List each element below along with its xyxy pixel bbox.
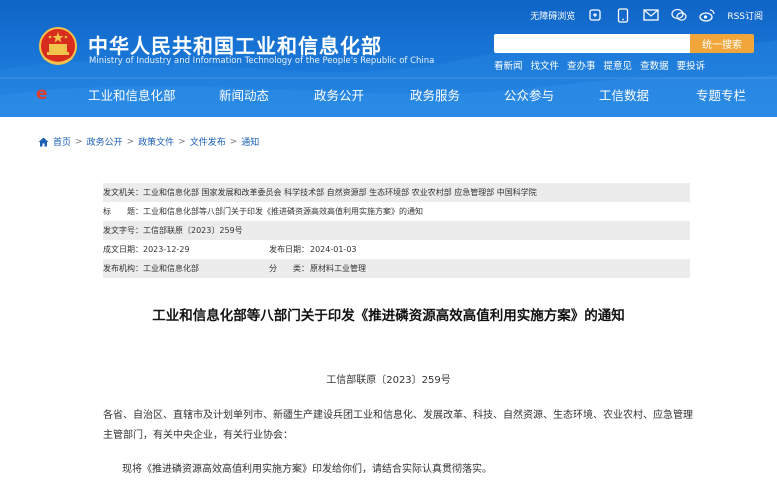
breadcrumb-separator: > xyxy=(229,136,238,147)
breadcrumb-separator: > xyxy=(178,136,186,147)
category-value: 原材料工业管理 xyxy=(310,264,366,273)
site-header: 中华人民共和国工业和信息化部 Ministry of Industry and … xyxy=(0,0,777,117)
main-nav: e 工业和信息化部 新闻动态 政务公开 政务服务 公众参与 工信数据 专题专栏 xyxy=(0,80,777,108)
mobile-icon[interactable] xyxy=(615,7,631,23)
nav-item-gov-services[interactable]: 政务服务 xyxy=(410,85,460,104)
breadcrumb-separator: > xyxy=(126,136,135,147)
org-label: 发布机构： xyxy=(103,264,143,273)
date-value: 2023-12-29 xyxy=(143,245,190,254)
breadcrumb-gov-affairs[interactable]: 政务公开 xyxy=(87,135,123,148)
document-info-table: 发文机关： 工业和信息化部 国家发展和改革委员会 科学技术部 自然资源部 生态环… xyxy=(103,183,690,278)
issuer-value: 工业和信息化部 国家发展和改革委员会 科学技术部 自然资源部 生态环境部 农业农… xyxy=(143,188,537,197)
category-label: 分 类： xyxy=(269,264,309,273)
nav-item-special-topics[interactable]: 专题专栏 xyxy=(696,85,746,104)
article-paragraph-body: 现将《推进磷资源高效高值利用实施方案》印发给你们，请结合实际认真贯彻落实。 xyxy=(122,464,492,475)
quick-link-services[interactable]: 查办事 xyxy=(567,58,596,72)
org-value: 工业和信息化部 xyxy=(143,264,199,273)
top-utility-bar: 无障碍浏览 RSS订阅 xyxy=(530,6,763,24)
breadcrumb-policy-docs[interactable]: 政策文件 xyxy=(138,135,174,148)
info-row-title: 标 题： 工业和信息化部等八部门关于印发《推进磷资源高效高值利用实施方案》的通知 xyxy=(103,202,690,221)
quick-link-feedback[interactable]: 提意见 xyxy=(604,58,633,72)
site-title-english: Ministry of Industry and Information Tec… xyxy=(89,56,435,66)
breadcrumb-separator: > xyxy=(75,136,83,147)
article-paragraph-recipients: 各省、自治区、直辖市及计划单列市、新疆生产建设兵团工业和信息化、发展改革、科技、… xyxy=(103,410,693,441)
nav-item-gov-affairs[interactable]: 政务公开 xyxy=(314,85,364,104)
title-label: 标 题： xyxy=(103,207,143,216)
search-button[interactable]: 统一搜索 xyxy=(690,34,754,53)
publish-value: 2024-01-03 xyxy=(310,245,357,254)
mail-icon[interactable] xyxy=(643,7,659,23)
quick-links: 看新闻 找文件 查办事 提意见 查数据 要投诉 xyxy=(494,58,705,72)
article-doc-number: 工信部联原〔2023〕259号 xyxy=(326,375,451,386)
docno-value: 工信部联原〔2023〕259号 xyxy=(143,226,243,235)
breadcrumb-notice[interactable]: 通知 xyxy=(241,135,259,148)
site-logo-icon[interactable]: e xyxy=(36,84,48,104)
nav-item-public-participation[interactable]: 公众参与 xyxy=(504,85,554,104)
nav-item-data[interactable]: 工信数据 xyxy=(599,85,649,104)
quick-link-files[interactable]: 找文件 xyxy=(531,58,560,72)
home-icon[interactable] xyxy=(38,137,49,147)
date-label: 成文日期： xyxy=(103,245,143,254)
breadcrumb-home[interactable]: 首页 xyxy=(53,135,71,148)
title-value: 工业和信息化部等八部门关于印发《推进磷资源高效高值利用实施方案》的通知 xyxy=(143,207,423,216)
gov-service-icon[interactable] xyxy=(587,7,603,23)
docno-label: 发文字号： xyxy=(103,226,143,235)
weibo-icon[interactable] xyxy=(699,7,715,23)
breadcrumb: 首页 > 政务公开 > 政策文件 > 文件发布 > 通知 xyxy=(38,135,259,148)
nav-item-ministry[interactable]: 工业和信息化部 xyxy=(88,85,176,104)
info-row-dates: 成文日期： 2023-12-29 发布日期： 2024-01-03 xyxy=(103,240,690,259)
quick-link-news[interactable]: 看新闻 xyxy=(494,58,523,72)
quick-link-complaint[interactable]: 要投诉 xyxy=(677,58,706,72)
nav-item-news[interactable]: 新闻动态 xyxy=(219,85,269,104)
info-row-docno: 发文字号： 工信部联原〔2023〕259号 xyxy=(103,221,690,240)
national-emblem-icon xyxy=(39,27,77,65)
article-title: 工业和信息化部等八部门关于印发《推进磷资源高效高值利用实施方案》的通知 xyxy=(152,308,625,324)
info-row-issuer: 发文机关： 工业和信息化部 国家发展和改革委员会 科学技术部 自然资源部 生态环… xyxy=(103,183,690,202)
quick-link-data[interactable]: 查数据 xyxy=(640,58,669,72)
search-input[interactable] xyxy=(494,34,690,53)
rss-link[interactable]: RSS订阅 xyxy=(727,9,763,22)
site-title[interactable]: 中华人民共和国工业和信息化部 xyxy=(88,30,382,59)
issuer-label: 发文机关： xyxy=(103,188,143,197)
breadcrumb-file-release[interactable]: 文件发布 xyxy=(190,135,226,148)
accessibility-link[interactable]: 无障碍浏览 xyxy=(530,9,575,22)
info-row-org: 发布机构： 工业和信息化部 分 类： 原材料工业管理 xyxy=(103,259,690,278)
wechat-icon[interactable] xyxy=(671,7,687,23)
publish-label: 发布日期： xyxy=(269,245,309,254)
